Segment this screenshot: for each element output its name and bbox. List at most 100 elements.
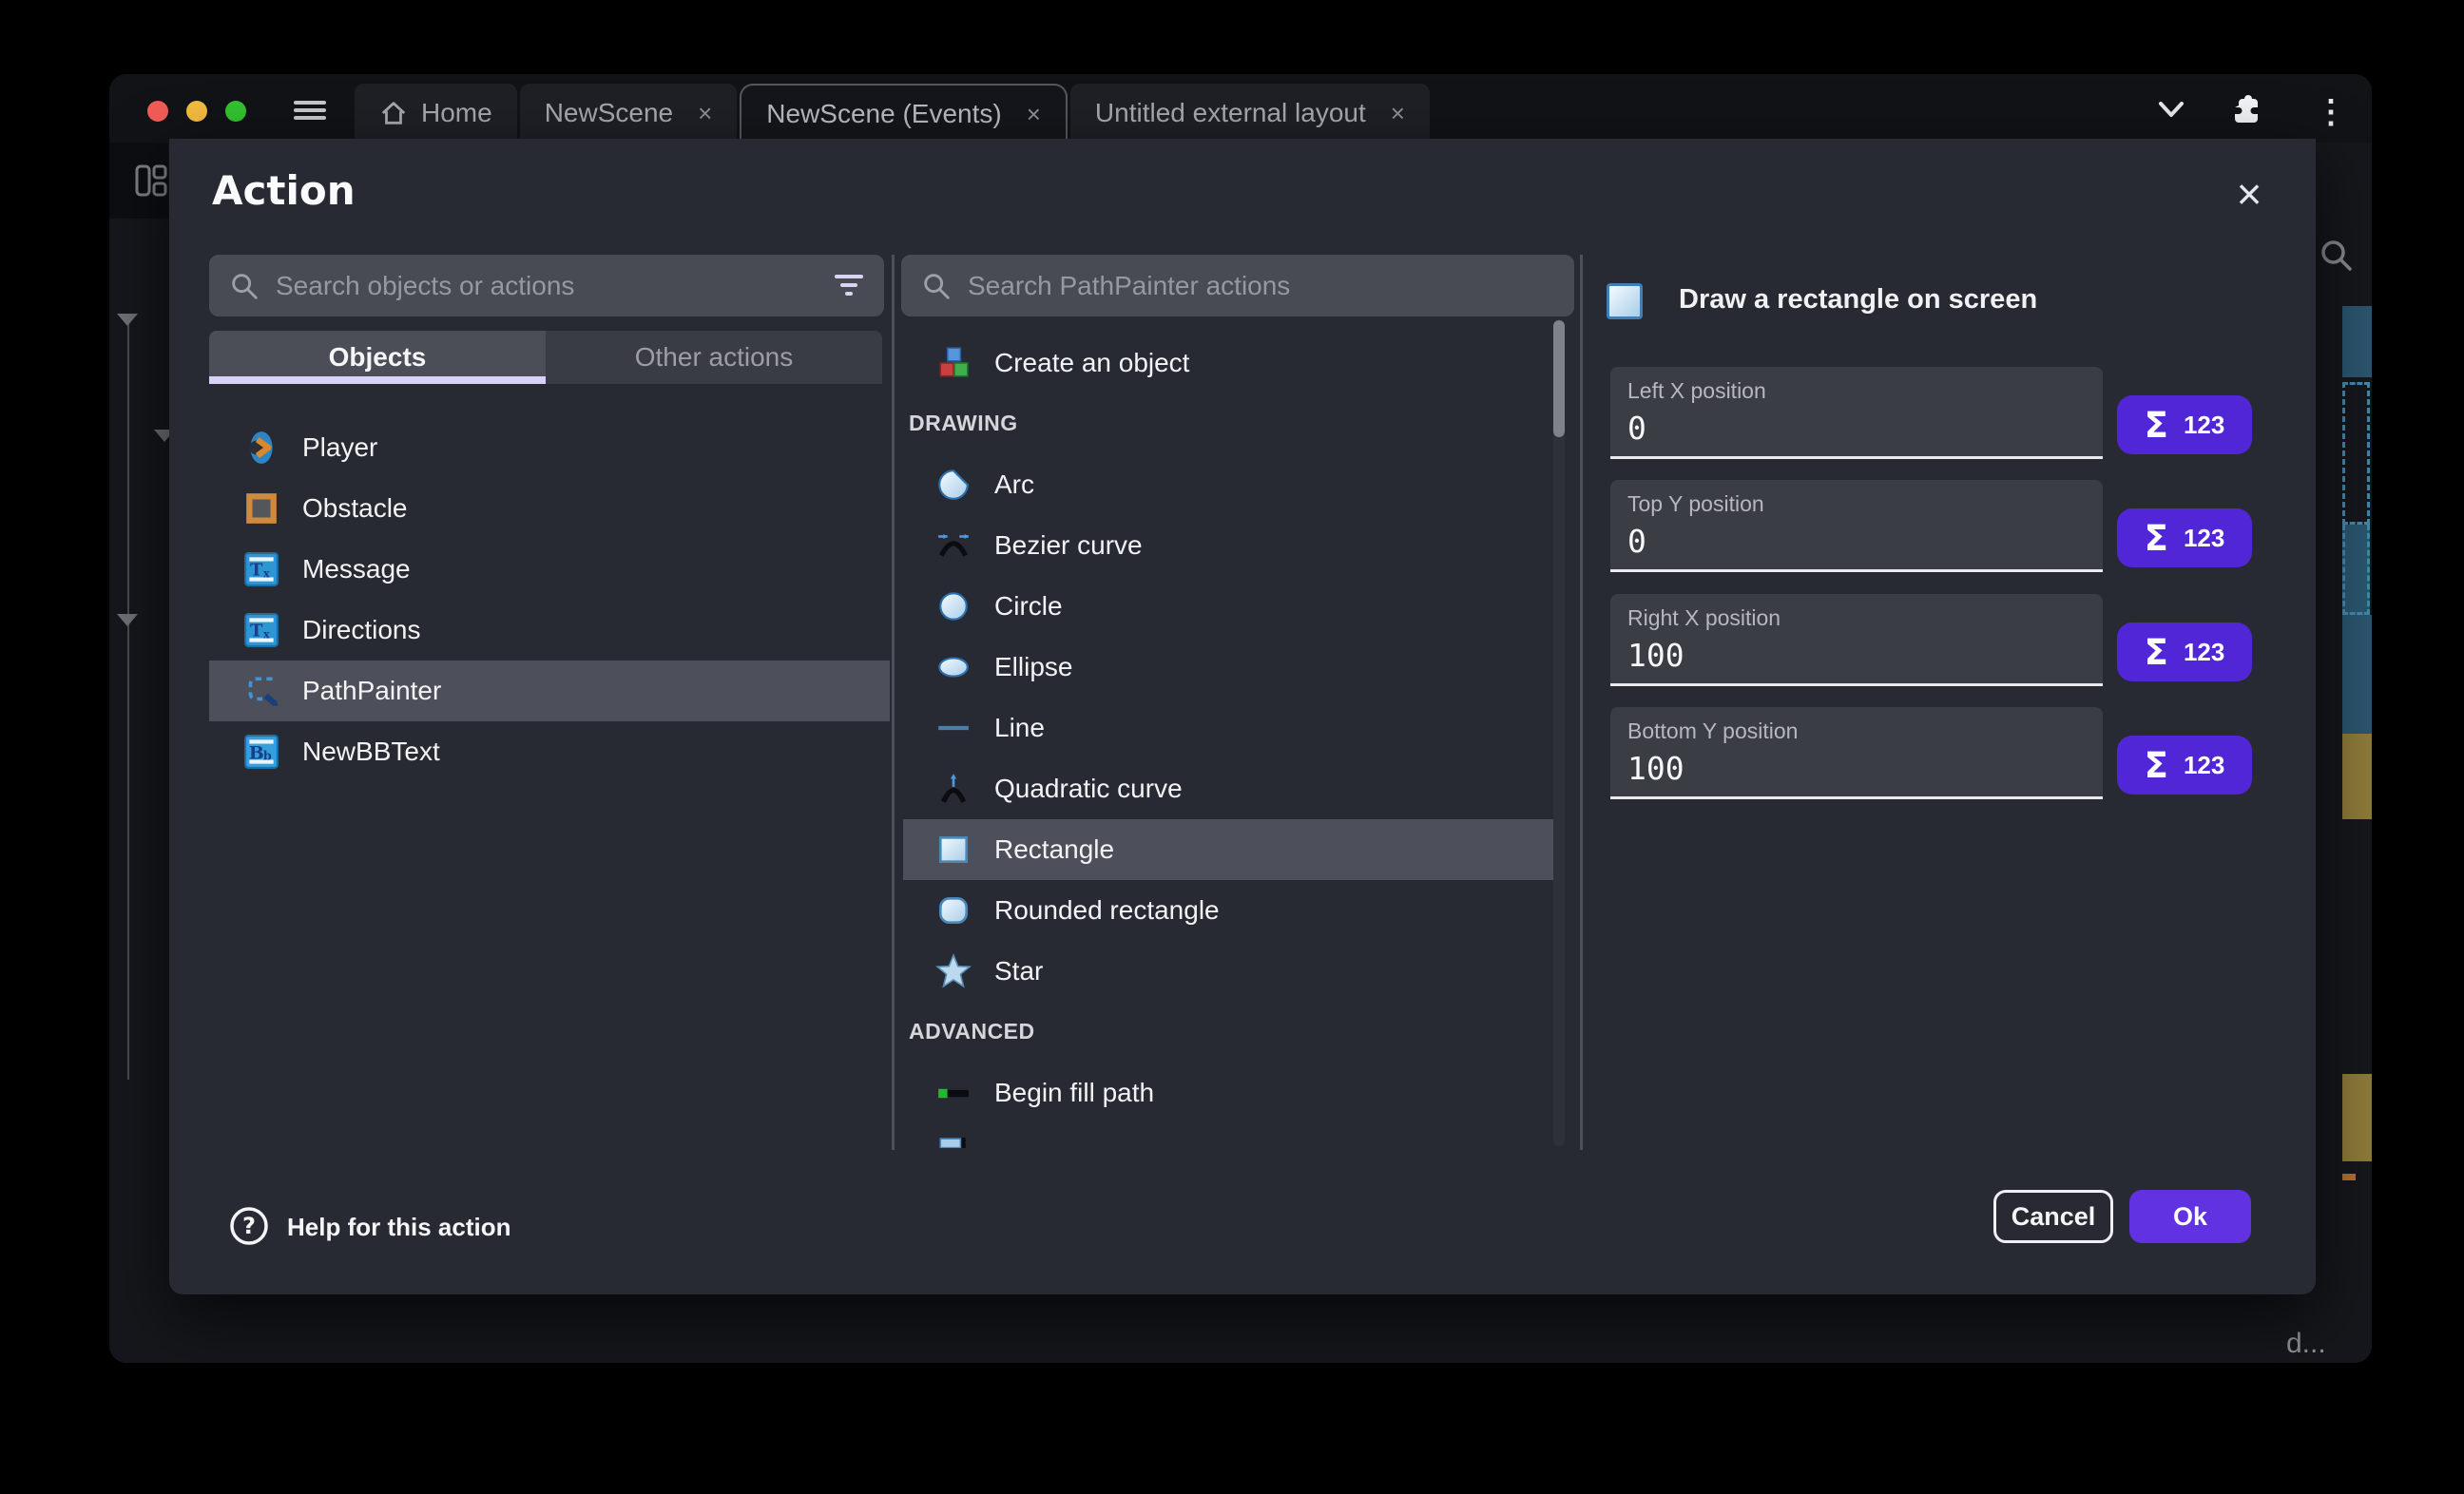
traffic-light-minimize[interactable] bbox=[186, 101, 207, 122]
svg-text:b: b bbox=[263, 748, 272, 762]
expression-editor-button[interactable]: Σ 123 bbox=[2117, 622, 2252, 681]
action-dialog: Action × ObjectsOther actions PlayerObst… bbox=[169, 139, 2316, 1294]
traffic-light-close[interactable] bbox=[147, 101, 168, 122]
action-item-line[interactable]: Line bbox=[903, 698, 1557, 758]
event-collapse-arrow[interactable] bbox=[117, 614, 138, 626]
circle-icon bbox=[935, 588, 972, 624]
field-input[interactable] bbox=[1627, 750, 2086, 787]
traffic-light-zoom[interactable] bbox=[225, 101, 246, 122]
object-item-directions[interactable]: TxDirections bbox=[209, 600, 890, 661]
tab-close-icon[interactable]: × bbox=[1027, 102, 1041, 126]
event-collapse-arrow[interactable] bbox=[117, 314, 138, 326]
expression-editor-button[interactable]: Σ123 bbox=[2117, 508, 2252, 567]
action-item-ellipse[interactable]: Ellipse bbox=[903, 637, 1557, 698]
chevron-down-icon[interactable] bbox=[2155, 97, 2187, 122]
search-icon bbox=[228, 270, 260, 302]
more-options-icon[interactable]: ⋮ bbox=[2315, 93, 2347, 131]
dialog-close-icon[interactable]: × bbox=[2223, 167, 2276, 220]
action-item-rectangle[interactable]: Rectangle bbox=[903, 819, 1557, 880]
draw-on-screen-label: Draw a rectangle on screen bbox=[1679, 284, 2037, 316]
tab-close-icon[interactable]: × bbox=[1391, 101, 1405, 125]
tab-label: Home bbox=[421, 98, 492, 128]
ok-button[interactable]: Ok bbox=[2129, 1190, 2251, 1243]
editor-tab-untitled-external-layout[interactable]: Untitled external layout × bbox=[1070, 84, 1430, 143]
expression-123-label: 123 bbox=[2184, 411, 2224, 440]
action-item-create-an-object[interactable]: Create an object bbox=[903, 333, 1557, 393]
object-item-message[interactable]: TxMessage bbox=[209, 539, 890, 600]
action-label: Bezier curve bbox=[994, 530, 1143, 561]
object-item-obstacle[interactable]: Obstacle bbox=[209, 478, 890, 539]
sigma-icon: Σ bbox=[2145, 745, 2168, 786]
object-label: NewBBText bbox=[302, 737, 440, 767]
sigma-icon: Σ bbox=[2145, 405, 2168, 446]
draw-on-screen-checkbox[interactable] bbox=[1607, 283, 1643, 319]
action-label: Line bbox=[994, 713, 1045, 743]
tab-objects[interactable]: Objects bbox=[209, 331, 546, 384]
home-icon bbox=[379, 99, 408, 127]
event-drop-zone bbox=[2342, 382, 2370, 525]
action-item-circle[interactable]: Circle bbox=[903, 576, 1557, 637]
field-label: Top Y position bbox=[1627, 491, 2086, 517]
action-label: Quadratic curve bbox=[994, 774, 1183, 804]
action-item-arc[interactable]: Arc bbox=[903, 454, 1557, 515]
star-icon bbox=[935, 953, 972, 989]
event-condition-block bbox=[2342, 306, 2372, 377]
action-label: Star bbox=[994, 956, 1043, 986]
field-input[interactable] bbox=[1627, 523, 2086, 560]
actions-scrollbar-thumb[interactable] bbox=[1553, 320, 1565, 437]
search-icon bbox=[920, 270, 953, 302]
object-label: Obstacle bbox=[302, 493, 408, 524]
expression-editor-button[interactable]: Σ123 bbox=[2117, 736, 2252, 795]
filter-icon[interactable] bbox=[833, 272, 865, 300]
editor-tab-newscene-events-[interactable]: NewScene (Events) × bbox=[740, 84, 1068, 143]
object-item-newbbtext[interactable]: Bb NewBBText bbox=[209, 721, 890, 782]
svg-text:T: T bbox=[250, 560, 263, 580]
help-link[interactable]: Help for this action bbox=[287, 1213, 510, 1242]
object-label: Directions bbox=[302, 615, 420, 645]
field-input[interactable] bbox=[1627, 637, 2086, 674]
action-item-clipped[interactable] bbox=[903, 1123, 1557, 1148]
field-top-y-position: Top Y position bbox=[1610, 480, 2103, 572]
help-icon[interactable]: ? bbox=[228, 1205, 270, 1247]
actions-scrollbar-track[interactable] bbox=[1553, 319, 1565, 1146]
truncated-background-text: d... bbox=[2286, 1328, 2326, 1360]
action-item-quadratic-curve[interactable]: Quadratic curve bbox=[903, 758, 1557, 819]
cancel-button[interactable]: Cancel bbox=[1993, 1190, 2113, 1243]
window-tab-bar: HomeNewScene×NewScene (Events)×Untitled … bbox=[109, 74, 2372, 143]
sigma-icon: Σ bbox=[2145, 632, 2168, 673]
field-bottom-y-position: Bottom Y position bbox=[1610, 707, 2103, 799]
svg-text:B: B bbox=[249, 742, 264, 763]
panel-divider bbox=[892, 255, 895, 1150]
svg-text:?: ? bbox=[242, 1213, 256, 1239]
tab-label: Untitled external layout bbox=[1095, 98, 1366, 128]
action-item-bezier-curve[interactable]: Bezier curve bbox=[903, 515, 1557, 576]
quadratic-curve-icon bbox=[935, 771, 972, 807]
action-label: Ellipse bbox=[994, 652, 1072, 682]
object-item-player[interactable]: Player bbox=[209, 417, 890, 478]
tab-close-icon[interactable]: × bbox=[698, 101, 712, 125]
tab-label: NewScene (Events) bbox=[766, 99, 1001, 129]
main-menu-icon[interactable] bbox=[294, 97, 326, 124]
field-left-x-position: Left X position bbox=[1610, 367, 2103, 459]
editor-tab-home[interactable]: Home bbox=[355, 84, 517, 143]
actions-search-input[interactable] bbox=[968, 271, 1555, 301]
field-right-x-position: Right X position bbox=[1610, 594, 2103, 686]
action-item-begin-fill-path[interactable]: Begin fill path bbox=[903, 1063, 1557, 1123]
extensions-puzzle-icon[interactable] bbox=[2227, 91, 2265, 129]
expression-editor-button[interactable]: Σ 123 bbox=[2117, 395, 2252, 454]
tab-other-actions[interactable]: Other actions bbox=[546, 331, 882, 384]
bezier-curve-icon bbox=[935, 527, 972, 564]
field-input[interactable] bbox=[1627, 410, 2086, 447]
events-search-icon[interactable] bbox=[2317, 236, 2357, 276]
objects-search-input[interactable] bbox=[276, 271, 833, 301]
action-label: Begin fill path bbox=[994, 1078, 1154, 1108]
action-label: Create an object bbox=[994, 348, 1189, 378]
tab-label: NewScene bbox=[545, 98, 673, 128]
action-item-star[interactable]: Star bbox=[903, 941, 1557, 1002]
editor-tab-newscene[interactable]: NewScene × bbox=[520, 84, 738, 143]
sigma-icon: Σ bbox=[2145, 518, 2168, 559]
object-item-pathpainter[interactable]: PathPainter bbox=[209, 661, 890, 721]
expression-123-label: 123 bbox=[2184, 638, 2224, 667]
action-item-rounded-rectangle[interactable]: Rounded rectangle bbox=[903, 880, 1557, 941]
rounded-rectangle-icon bbox=[935, 892, 972, 929]
